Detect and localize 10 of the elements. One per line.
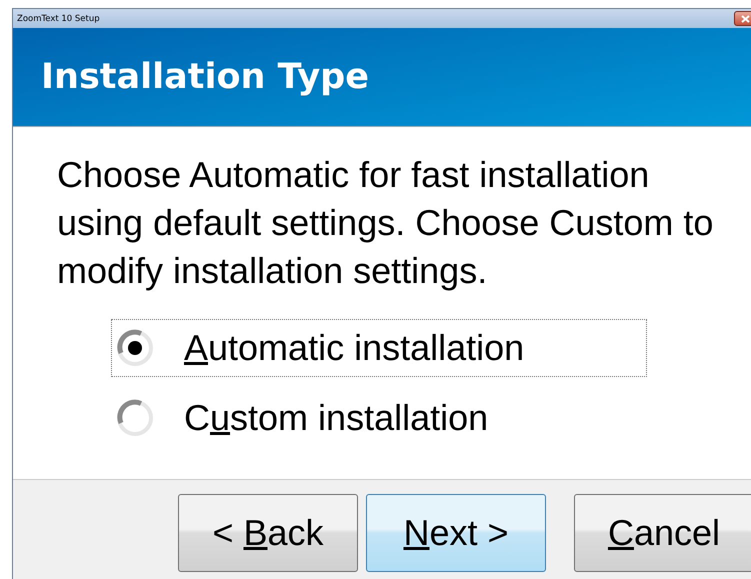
close-icon <box>741 14 750 22</box>
dialog-button[interactable]: < Back <box>178 494 358 572</box>
instructions-text: Choose Automatic for fast installation using default settings. Choose Custom to modify installation settings. <box>57 153 714 293</box>
window-title: ZoomText 10 Setup <box>17 14 100 24</box>
dialog-button[interactable]: Next > <box>366 494 546 572</box>
radio-button[interactable] <box>116 329 154 367</box>
dialog-button[interactable]: Cancel <box>574 494 751 572</box>
option-label[interactable]: Custom installation <box>184 397 488 439</box>
page-title: Installation Type <box>41 57 369 97</box>
radio-button[interactable] <box>116 399 154 437</box>
